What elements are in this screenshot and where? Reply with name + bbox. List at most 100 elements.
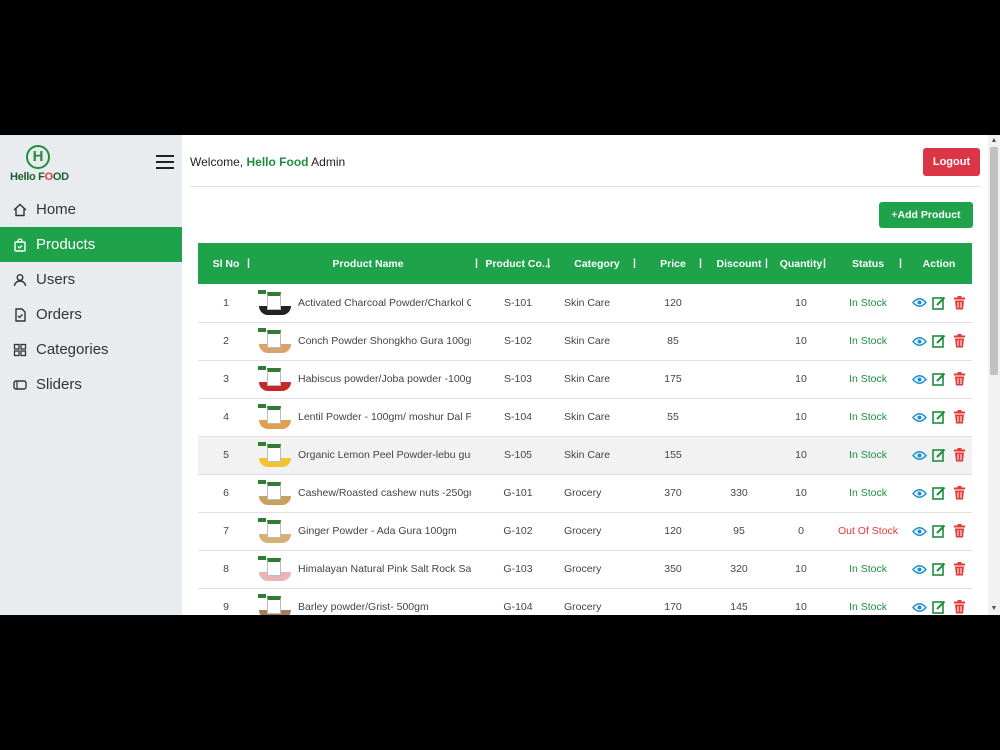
column-header-sl[interactable]: Sl No |: [198, 243, 254, 284]
cell-sl: 6: [223, 487, 229, 499]
status-badge: Out Of Stock: [837, 525, 899, 537]
column-header-category[interactable]: Category |: [554, 243, 640, 284]
delete-trash-icon[interactable]: [952, 600, 967, 615]
cell-quantity: 10: [795, 563, 807, 575]
product-name: Conch Powder Shongkho Gura 100gm: [298, 335, 471, 347]
sidebar-item-users[interactable]: Users: [0, 262, 182, 297]
scrollbar-thumb[interactable]: [990, 147, 998, 375]
product-thumbnail: [258, 289, 294, 317]
cell-product-code: G-101: [503, 487, 533, 499]
cell-product-code: S-105: [503, 449, 533, 461]
edit-icon[interactable]: [932, 295, 947, 310]
sidebar-item-products[interactable]: Products: [0, 227, 182, 262]
view-eye-icon[interactable]: [911, 486, 927, 501]
table-row: 2 Conch Powder Shongkho Gura 100gm S-102 Sk…: [198, 322, 972, 360]
edit-icon[interactable]: [932, 486, 947, 501]
cell-actions: [906, 588, 972, 615]
delete-trash-icon[interactable]: [952, 334, 967, 349]
cell-price: 170: [664, 601, 682, 613]
cell-quantity: 10: [795, 373, 807, 385]
table-row: 7 Ginger Powder - Ada Gura 100gm G-102 Groc…: [198, 512, 972, 550]
cell-discount: 95: [733, 525, 745, 537]
product-name: Barley powder/Grist- 500gm: [298, 601, 429, 613]
cell-product-name: Organic Lemon Peel Powder-lebu gura: [254, 436, 482, 474]
cell-category: Grocery: [564, 601, 602, 613]
cell-discount: 320: [730, 563, 748, 575]
delete-trash-icon[interactable]: [952, 524, 967, 539]
delete-trash-icon[interactable]: [952, 486, 967, 501]
cell-category: Skin Care: [564, 449, 611, 461]
status-badge: In Stock: [849, 335, 887, 347]
sidebar-item-orders[interactable]: Orders: [0, 297, 182, 332]
delete-trash-icon[interactable]: [952, 562, 967, 577]
cell-product-name: Himalayan Natural Pink Salt Rock Salt: [254, 550, 482, 588]
cell-sl: 5: [223, 449, 229, 461]
welcome-text: Welcome, Hello Food Admin: [190, 155, 346, 169]
cell-actions: [906, 322, 972, 360]
table-header-row: Sl No | Product Name | Product Co... | Cate…: [198, 243, 972, 284]
cell-product-code: G-103: [503, 563, 533, 575]
product-thumbnail: [258, 517, 294, 545]
cell-product-name: Lentil Powder - 100gm/ moshur Dal Powder: [254, 398, 482, 436]
column-header-discount[interactable]: Discount |: [706, 243, 772, 284]
cell-category: Grocery: [564, 487, 602, 499]
sidebar-item-label: Sliders: [36, 376, 82, 393]
menu-toggle-icon[interactable]: [156, 155, 174, 169]
logout-button[interactable]: Logout: [923, 148, 980, 176]
table-row: 6 Cashew/Roasted cashew nuts -250gm G-101 G…: [198, 474, 972, 512]
column-header-status[interactable]: Status |: [830, 243, 906, 284]
view-eye-icon[interactable]: [911, 410, 927, 425]
edit-icon[interactable]: [932, 448, 947, 463]
page-scrollbar[interactable]: ▲ ▼: [988, 135, 1000, 615]
status-badge: In Stock: [849, 487, 887, 499]
product-thumbnail: [258, 555, 294, 583]
delete-trash-icon[interactable]: [952, 410, 967, 425]
product-thumbnail: [258, 441, 294, 469]
edit-icon[interactable]: [932, 410, 947, 425]
sidebar-item-categories[interactable]: Categories: [0, 332, 182, 367]
table-row: 3 Habiscus powder/Joba powder -100gm S-103…: [198, 360, 972, 398]
edit-icon[interactable]: [932, 524, 947, 539]
delete-trash-icon[interactable]: [952, 295, 967, 310]
sidebar-item-sliders[interactable]: Sliders: [0, 367, 182, 402]
edit-icon[interactable]: [932, 562, 947, 577]
product-name: Cashew/Roasted cashew nuts -250gm: [298, 487, 471, 499]
view-eye-icon[interactable]: [911, 334, 927, 349]
cell-discount: [706, 398, 772, 436]
cell-price: 55: [667, 411, 679, 423]
view-eye-icon[interactable]: [911, 524, 927, 539]
edit-icon[interactable]: [932, 372, 947, 387]
add-product-button[interactable]: +Add Product: [879, 202, 973, 228]
status-badge: In Stock: [849, 373, 887, 385]
column-header-product-code[interactable]: Product Co... |: [482, 243, 554, 284]
scroll-down-icon[interactable]: ▼: [988, 603, 1000, 615]
scroll-up-icon[interactable]: ▲: [988, 135, 1000, 147]
product-thumbnail: [258, 403, 294, 431]
cell-product-name: Conch Powder Shongkho Gura 100gm: [254, 322, 482, 360]
brand-logo[interactable]: H Hello FOOD: [10, 143, 70, 183]
column-header-quantity[interactable]: Quantity |: [772, 243, 830, 284]
view-eye-icon[interactable]: [911, 600, 927, 615]
sidebar-item-home[interactable]: Home: [0, 192, 182, 227]
cell-actions: [906, 284, 972, 322]
column-header-product-name[interactable]: Product Name |: [254, 243, 482, 284]
main-content: Welcome, Hello Food Admin Logout +Add Pr…: [182, 135, 988, 615]
cell-product-name: Cashew/Roasted cashew nuts -250gm: [254, 474, 482, 512]
cell-category: Skin Care: [564, 411, 611, 423]
view-eye-icon[interactable]: [911, 562, 927, 577]
sidebar-item-label: Orders: [36, 306, 82, 323]
view-eye-icon[interactable]: [911, 372, 927, 387]
brand-name: Hello FOOD: [10, 171, 69, 183]
column-header-price[interactable]: Price |: [640, 243, 706, 284]
view-eye-icon[interactable]: [911, 295, 927, 310]
delete-trash-icon[interactable]: [952, 372, 967, 387]
cell-price: 85: [667, 335, 679, 347]
edit-icon[interactable]: [932, 334, 947, 349]
view-eye-icon[interactable]: [911, 448, 927, 463]
edit-icon[interactable]: [932, 600, 947, 615]
cell-quantity: 10: [795, 296, 807, 309]
status-badge: In Stock: [849, 296, 887, 309]
delete-trash-icon[interactable]: [952, 448, 967, 463]
cell-actions: [906, 550, 972, 588]
cell-category: Skin Care: [564, 296, 611, 309]
